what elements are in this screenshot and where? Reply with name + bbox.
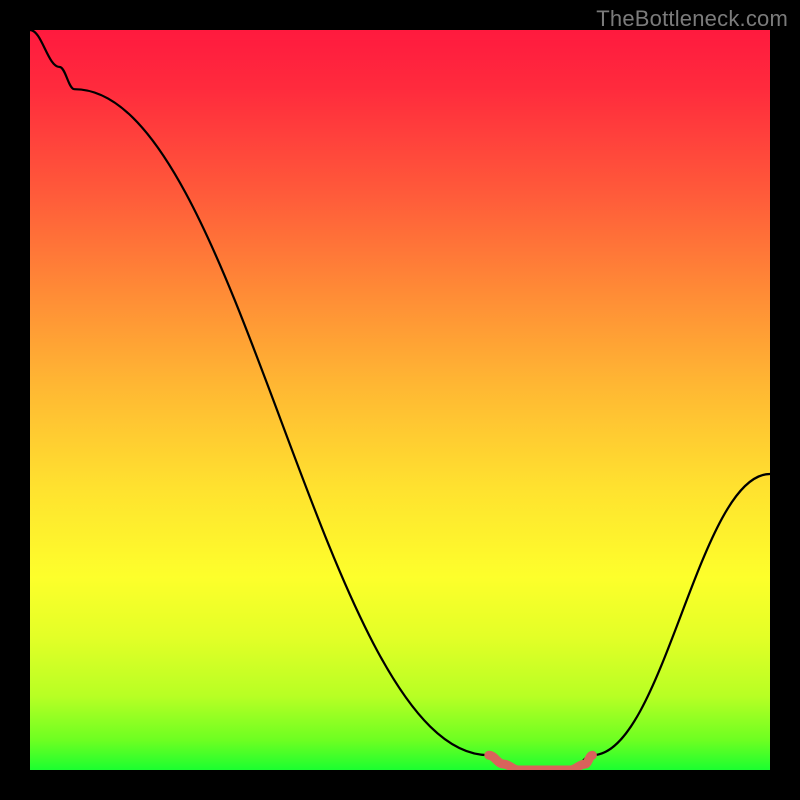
optimal-range-highlight: [489, 755, 593, 770]
plot-area: [30, 30, 770, 770]
chart-svg: [30, 30, 770, 770]
chart-frame: TheBottleneck.com: [0, 0, 800, 800]
watermark-text: TheBottleneck.com: [596, 6, 788, 32]
bottleneck-curve: [30, 30, 770, 770]
